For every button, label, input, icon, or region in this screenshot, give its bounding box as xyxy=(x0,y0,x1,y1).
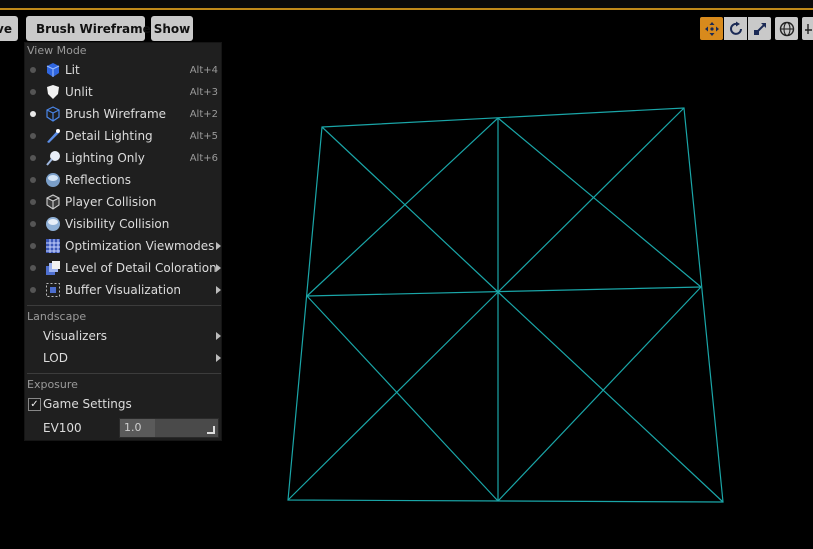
buffer-visualization-icon xyxy=(45,282,61,298)
menu-item-brush-wireframe[interactable]: Brush Wireframe Alt+2 xyxy=(25,104,221,124)
scale-tool-button[interactable] xyxy=(748,17,771,40)
menu-item-optimization-viewmodes[interactable]: Optimization Viewmodes xyxy=(25,236,221,256)
menu-item-label: Buffer Visualization xyxy=(65,283,182,297)
submenu-arrow-icon xyxy=(216,354,221,362)
lighting-only-icon xyxy=(45,150,61,166)
view-mode-menu: View Mode Lit Alt+4 Unlit Alt+3 Brush Wi… xyxy=(24,42,222,441)
wireframe-cube-icon xyxy=(45,106,61,122)
shortcut-text: Alt+3 xyxy=(189,86,218,98)
exposure-header: Exposure xyxy=(27,378,78,391)
submenu-arrow-icon xyxy=(216,286,221,294)
detail-lighting-icon xyxy=(45,128,61,144)
menu-item-label: Lighting Only xyxy=(65,151,145,165)
ev100-label: EV100 xyxy=(43,421,82,435)
brush-outline xyxy=(287,107,724,503)
brush-edge xyxy=(287,291,499,501)
menu-item-label: Unlit xyxy=(65,85,93,99)
brush-edge xyxy=(321,126,499,293)
game-settings-toggle[interactable]: ✓ Game Settings xyxy=(25,394,221,414)
ev100-value: 1.0 xyxy=(124,421,142,434)
shortcut-text: Alt+5 xyxy=(189,130,218,142)
player-collision-icon xyxy=(45,194,61,210)
brush-edge xyxy=(497,286,702,502)
visibility-collision-icon xyxy=(45,216,61,232)
menu-item-visibility-collision[interactable]: Visibility Collision xyxy=(25,214,221,234)
radio-unlit xyxy=(30,89,36,95)
menu-item-unlit[interactable]: Unlit Alt+3 xyxy=(25,82,221,102)
menu-item-player-collision[interactable]: Player Collision xyxy=(25,192,221,212)
menu-item-label: Visibility Collision xyxy=(65,217,170,231)
radio-visibility-collision xyxy=(30,221,36,227)
brush-edge xyxy=(497,291,724,503)
rotate-icon xyxy=(729,21,742,35)
world-space-button[interactable] xyxy=(775,17,798,40)
menu-item-reflections[interactable]: Reflections xyxy=(25,170,221,190)
submenu-arrow-icon xyxy=(216,242,221,250)
rotate-tool-button[interactable] xyxy=(724,17,747,40)
menu-divider xyxy=(27,373,221,374)
shortcut-text: Alt+6 xyxy=(189,152,218,164)
radio-lighting-only xyxy=(30,155,36,161)
view-mode-button[interactable]: Brush Wireframe xyxy=(26,16,151,41)
menu-item-label: LOD xyxy=(43,351,68,365)
menu-item-lod[interactable]: LOD xyxy=(25,348,221,368)
menu-item-label: Level of Detail Coloration xyxy=(65,261,217,275)
radio-reflections xyxy=(30,177,36,183)
submenu-arrow-icon xyxy=(216,264,221,272)
menu-item-label: Player Collision xyxy=(65,195,157,209)
shortcut-text: Alt+4 xyxy=(189,64,218,76)
menu-item-level-of-detail-coloration[interactable]: Level of Detail Coloration xyxy=(25,258,221,278)
brush-edge xyxy=(306,286,702,297)
radio-lit xyxy=(30,67,36,73)
prev-toolbar-button[interactable]: ve xyxy=(0,16,18,41)
show-button[interactable]: Show xyxy=(151,16,193,41)
lit-cube-icon xyxy=(45,62,61,78)
lod-coloration-icon xyxy=(45,260,61,276)
game-settings-checkbox[interactable]: ✓ xyxy=(28,397,41,411)
view-mode-label: Brush Wireframe xyxy=(36,21,151,36)
brush-edge xyxy=(306,117,499,297)
landscape-header: Landscape xyxy=(27,310,87,323)
brush-edge xyxy=(306,295,499,502)
show-label: Show xyxy=(153,21,191,36)
radio-brush-wireframe xyxy=(30,111,36,117)
game-settings-label: Game Settings xyxy=(43,397,132,411)
menu-divider xyxy=(27,305,221,306)
ev100-input[interactable]: 1.0 xyxy=(119,418,219,438)
menu-item-label: Reflections xyxy=(65,173,131,187)
radio-optimization-viewmodes xyxy=(30,243,36,249)
reflections-sphere-icon xyxy=(45,172,61,188)
translate-arrows-icon xyxy=(704,21,719,36)
menu-item-lighting-only[interactable]: Lighting Only Alt+6 xyxy=(25,148,221,168)
menu-item-lit[interactable]: Lit Alt+4 xyxy=(25,60,221,80)
globe-icon xyxy=(779,21,794,36)
prev-toolbar-label: ve xyxy=(0,21,12,36)
optimization-grid-icon xyxy=(45,238,61,254)
menu-item-detail-lighting[interactable]: Detail Lighting Alt+5 xyxy=(25,126,221,146)
unlit-shield-icon xyxy=(45,84,61,100)
menu-item-label: Detail Lighting xyxy=(65,129,153,143)
radio-buffer-visualization xyxy=(30,287,36,293)
menu-item-label: Visualizers xyxy=(43,329,108,343)
menu-item-visualizers[interactable]: Visualizers xyxy=(25,326,221,346)
scale-icon xyxy=(753,22,766,35)
shortcut-text: Alt+2 xyxy=(189,108,218,120)
menu-item-label: Brush Wireframe xyxy=(65,107,167,121)
submenu-arrow-icon xyxy=(216,332,221,340)
snap-icon xyxy=(805,23,812,34)
view-mode-header: View Mode xyxy=(27,44,87,57)
radio-player-collision xyxy=(30,199,36,205)
radio-level-of-detail-coloration xyxy=(30,265,36,271)
resize-grip-icon xyxy=(207,426,215,434)
translate-tool-button[interactable] xyxy=(700,17,723,40)
radio-detail-lighting xyxy=(30,133,36,139)
brush-edge xyxy=(497,107,685,293)
surface-snapping-button[interactable] xyxy=(802,17,813,40)
menu-item-label: Optimization Viewmodes xyxy=(65,239,215,253)
menu-item-label: Lit xyxy=(65,63,80,77)
menu-item-buffer-visualization[interactable]: Buffer Visualization xyxy=(25,280,221,300)
